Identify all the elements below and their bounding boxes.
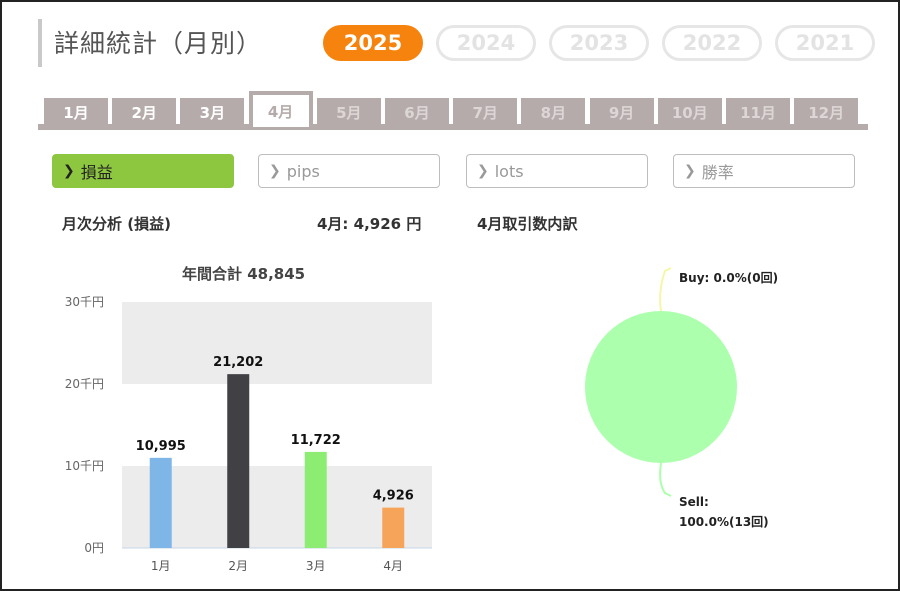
month-tab-11: 11月 <box>726 98 790 126</box>
year-button-2023[interactable]: 2023 <box>549 25 649 61</box>
bar-2月 <box>227 374 250 548</box>
bar-value-label: 4,926 <box>373 489 414 504</box>
month-tab-6: 6月 <box>385 98 449 126</box>
month-tab-8: 8月 <box>521 98 586 126</box>
month-tab-2[interactable]: 2月 <box>112 98 177 126</box>
grid-band <box>122 302 432 384</box>
metric-button-lots[interactable]: ❯ lots <box>466 154 648 188</box>
y-tick-label: 10千円 <box>65 459 104 473</box>
analysis-heading: 月次分析 (損益) <box>62 215 171 233</box>
month-tabs: 1月 2月 3月 4月 5月 6月 7月 8月 9月 10月 11月 12月 <box>44 91 864 127</box>
breakdown-heading: 4月取引数内訳 <box>477 215 578 233</box>
bar-1月 <box>149 457 172 548</box>
year-button-2021[interactable]: 2021 <box>775 25 875 61</box>
metric-button-profit[interactable]: ❯ 損益 <box>52 154 234 188</box>
y-tick-label: 30千円 <box>65 295 104 309</box>
year-button-2024[interactable]: 2024 <box>436 25 536 61</box>
year-button-2022[interactable]: 2022 <box>662 25 762 61</box>
month-summary: 4月: 4,926 円 <box>317 215 422 233</box>
chevron-right-icon: ❯ <box>269 163 281 179</box>
month-tab-5: 5月 <box>316 98 381 126</box>
pie-label-sell-name: Sell: <box>679 495 709 509</box>
x-tick-label: 4月 <box>383 559 403 573</box>
month-tab-9: 9月 <box>589 98 654 126</box>
title-accent-bar <box>38 19 42 67</box>
month-tab-7: 7月 <box>453 98 518 126</box>
metric-label: lots <box>494 161 524 181</box>
x-tick-label: 1月 <box>151 559 171 573</box>
pie-leader-buy <box>659 267 672 312</box>
year-selector: 2025 2024 2023 2022 2021 <box>323 25 875 61</box>
chevron-right-icon: ❯ <box>477 163 489 179</box>
bar-value-label: 10,995 <box>136 439 186 454</box>
bar-value-label: 11,722 <box>291 433 341 448</box>
month-tab-bar <box>38 124 868 130</box>
trade-breakdown-pie <box>585 267 737 497</box>
pie-label-sell-value: 100.0%(13回) <box>679 515 769 529</box>
month-tab-4[interactable]: 4月 <box>248 91 313 127</box>
year-button-2025[interactable]: 2025 <box>323 25 423 61</box>
bar-4月 <box>382 507 405 548</box>
metric-label: 損益 <box>80 163 113 182</box>
y-tick-label: 20千円 <box>65 377 104 391</box>
metric-button-win-rate[interactable]: ❯ 勝率 <box>673 154 855 188</box>
annual-total: 年間合計 48,845 <box>182 265 306 283</box>
stats-panel: 詳細統計（月別） 2025 2024 2023 2022 2021 1月 2月 3月 4月 5月… <box>0 0 900 591</box>
month-tab-3[interactable]: 3月 <box>180 98 245 126</box>
monthly-bar-chart: 0円 10千円 20千円 30千円 10,995 1月 21,202 2月 11,722 3月 4,… <box>65 295 432 573</box>
metric-label: 勝率 <box>701 163 734 182</box>
metric-label: pips <box>286 161 320 181</box>
y-tick-label: 0円 <box>84 541 104 555</box>
bar-3月 <box>304 451 327 548</box>
x-tick-label: 3月 <box>306 559 326 573</box>
metric-button-pips[interactable]: ❯ pips <box>258 154 440 188</box>
page-title: 詳細統計（月別） <box>54 29 263 58</box>
bar-value-label: 21,202 <box>213 355 263 370</box>
pie-leader-sell <box>659 462 672 497</box>
chevron-right-icon: ❯ <box>684 163 696 179</box>
month-tab-1[interactable]: 1月 <box>44 98 108 126</box>
pie-slice-sell <box>585 311 737 463</box>
x-tick-label: 2月 <box>228 559 248 573</box>
chevron-right-icon: ❯ <box>63 163 75 179</box>
month-tab-10: 10月 <box>657 98 722 126</box>
pie-label-buy: Buy: 0.0%(0回) <box>679 271 779 285</box>
month-tab-12: 12月 <box>794 98 859 126</box>
